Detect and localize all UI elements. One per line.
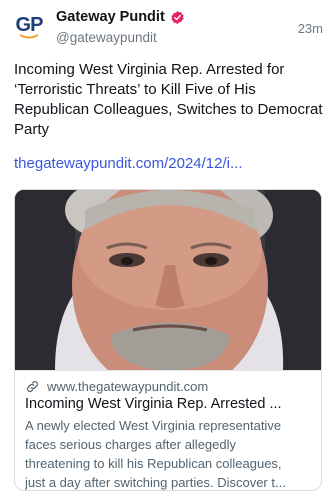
verified-badge-icon <box>171 10 184 24</box>
card-image[interactable] <box>15 190 321 370</box>
post-text: Incoming West Virginia Rep. Arrested for… <box>14 61 323 138</box>
timestamp[interactable]: 23m <box>298 21 323 36</box>
card-title[interactable]: Incoming West Virginia Rep. Arrested ... <box>25 396 317 412</box>
handle[interactable]: @gatewaypundit <box>56 30 157 45</box>
mugshot-photo <box>15 190 321 370</box>
post-container: GP Gateway Pundit @gatewaypundit 23m Inc… <box>0 0 336 500</box>
card-domain: www.thegatewaypundit.com <box>47 379 209 394</box>
card-description-line: A newly elected West Virginia representa… <box>25 418 282 433</box>
display-name[interactable]: Gateway Pundit <box>56 9 165 25</box>
avatar-logo-text: GP <box>15 14 44 36</box>
display-name-row[interactable]: Gateway Pundit <box>56 9 185 25</box>
card-description-line: faces serious charges after allegedly <box>25 437 237 452</box>
card-body[interactable]: www.thegatewaypundit.com Incoming West V… <box>15 370 321 490</box>
avatar[interactable]: GP <box>14 12 44 42</box>
card-description: A newly elected West Virginia representa… <box>25 416 317 490</box>
post-link[interactable]: thegatewaypundit.com/2024/12/i... <box>14 155 243 172</box>
card-description-line: just a day after switching parties. Disc… <box>25 475 286 490</box>
link-preview-card[interactable]: www.thegatewaypundit.com Incoming West V… <box>14 189 322 491</box>
card-description-line: threatening to kill his Republican colle… <box>25 456 282 471</box>
avatar-swoosh-icon <box>19 34 39 39</box>
card-domain-row: www.thegatewaypundit.com <box>25 379 208 394</box>
link-icon <box>27 381 38 392</box>
